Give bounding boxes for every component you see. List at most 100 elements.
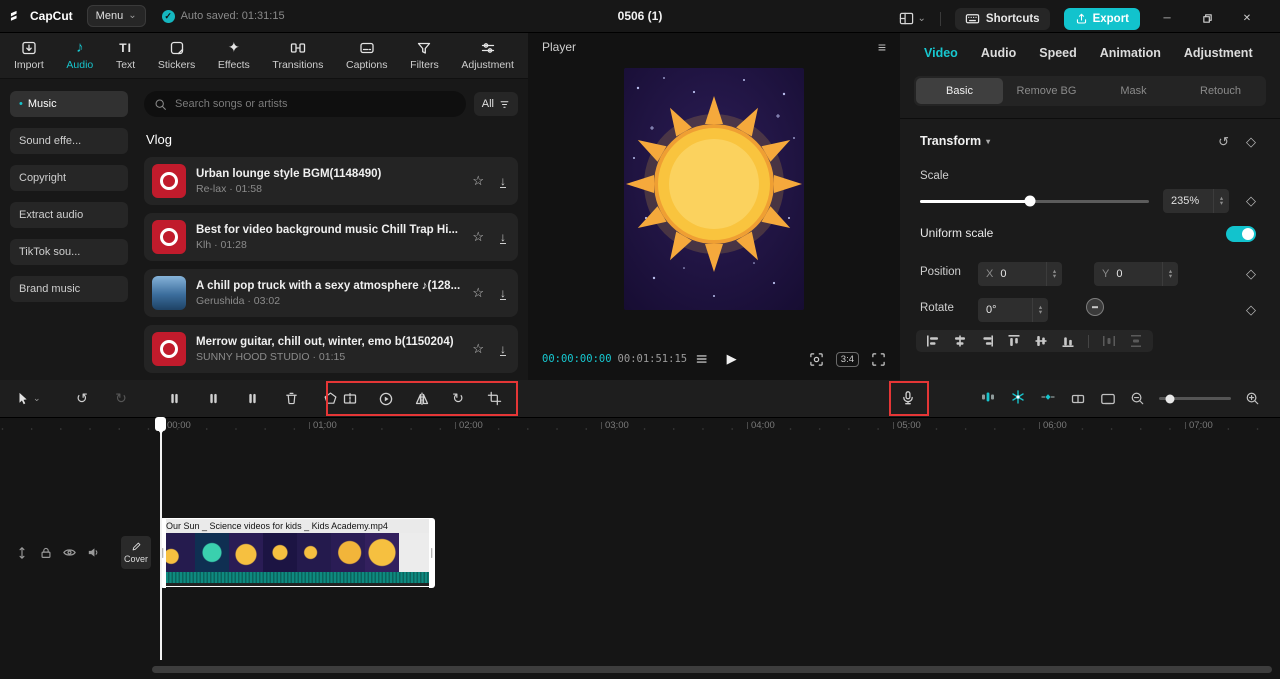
preview-quality-button[interactable] — [1100, 391, 1116, 407]
speaker-icon[interactable] — [86, 545, 101, 560]
favorite-star-icon[interactable]: ☆ — [472, 229, 484, 245]
timeline-zoom-slider[interactable] — [1159, 394, 1231, 403]
subtab-basic[interactable]: Basic — [916, 78, 1003, 104]
playlist-icon[interactable] — [695, 352, 709, 366]
split-left-button[interactable] — [163, 387, 185, 411]
align-bottom-icon[interactable] — [1061, 334, 1075, 348]
sidebar-item-extract-audio[interactable]: Extract audio — [10, 202, 128, 228]
search-box[interactable] — [144, 91, 466, 117]
rotate-dial[interactable] — [1086, 298, 1104, 316]
align-left-icon[interactable] — [926, 334, 940, 348]
undo-button[interactable]: ↺ — [71, 387, 93, 411]
download-icon[interactable]: ↓ — [500, 343, 506, 356]
track-height-icon[interactable] — [14, 545, 29, 560]
tab-animation[interactable]: Animation — [1100, 46, 1161, 60]
split-button[interactable] — [202, 387, 224, 411]
tab-effects[interactable]: ✦ Effects — [218, 39, 250, 71]
close-button[interactable]: ✕ — [1234, 7, 1260, 31]
stepper[interactable]: ▴ ▾ — [1032, 298, 1048, 322]
mixer-button[interactable] — [1070, 391, 1086, 407]
distribute-horizontal-icon[interactable] — [1102, 334, 1116, 348]
sidebar-item-copyright[interactable]: Copyright — [10, 165, 128, 191]
stepper[interactable]: ▴ ▾ — [1213, 189, 1229, 213]
mirror-button[interactable] — [332, 387, 368, 411]
download-icon[interactable]: ↓ — [500, 175, 506, 188]
cover-button[interactable]: Cover — [121, 536, 151, 569]
distribute-vertical-icon[interactable] — [1129, 334, 1143, 348]
tab-adjustment[interactable]: Adjustment — [461, 40, 514, 71]
layout-button[interactable]: ⌄ — [899, 11, 926, 26]
song-row[interactable]: Merrow guitar, chill out, winter, emo b(… — [144, 325, 518, 373]
rotate-button[interactable]: ↻ — [440, 387, 476, 411]
redo-button[interactable]: ↻ — [110, 387, 132, 411]
zoom-slider-thumb[interactable] — [1165, 394, 1175, 403]
song-row[interactable]: Urban lounge style BGM(1148490) Re-lax ·… — [144, 157, 518, 205]
stepper[interactable]: ▴ ▾ — [1162, 262, 1178, 286]
keyframe-diamond-icon[interactable]: ◇ — [1246, 266, 1256, 282]
keyframe-track-button[interactable] — [1040, 389, 1056, 408]
align-center-horizontal-icon[interactable] — [953, 334, 967, 348]
subtab-remove-bg[interactable]: Remove BG — [1003, 78, 1090, 104]
reset-icon[interactable]: ↺ — [1218, 134, 1229, 150]
transform-section-header[interactable]: Transform ▾ — [920, 134, 990, 148]
crop-button[interactable] — [476, 387, 512, 411]
shortcuts-button[interactable]: Shortcuts — [954, 7, 1050, 30]
slider-thumb[interactable] — [1024, 195, 1036, 207]
auto-beat-button[interactable] — [1010, 389, 1026, 408]
video-preview[interactable] — [624, 68, 804, 310]
song-row[interactable]: A chill pop truck with a sexy atmosphere… — [144, 269, 518, 317]
aspect-ratio-button[interactable]: 3:4 — [835, 351, 859, 367]
horizontal-scrollbar[interactable] — [152, 666, 1272, 673]
stepper-down-icon[interactable]: ▾ — [1220, 201, 1223, 207]
position-y-field[interactable]: Y 0 ▴ ▾ — [1094, 262, 1178, 286]
tab-speed[interactable]: Speed — [1039, 46, 1077, 60]
speed-button[interactable] — [368, 387, 404, 411]
record-voiceover-button[interactable] — [894, 386, 922, 410]
menu-button[interactable]: Menu ⌄ — [86, 5, 146, 27]
lock-icon[interactable] — [38, 545, 53, 560]
search-input[interactable] — [173, 97, 456, 111]
sidebar-item-tiktok-sounds[interactable]: TikTok sou... — [10, 239, 128, 265]
export-button[interactable]: Export — [1063, 7, 1140, 30]
rotate-field[interactable]: 0° ▴ ▾ — [978, 298, 1048, 322]
align-center-vertical-icon[interactable] — [1034, 334, 1048, 348]
tab-import[interactable]: Import — [14, 40, 44, 71]
tab-audio-props[interactable]: Audio — [981, 46, 1016, 60]
favorite-star-icon[interactable]: ☆ — [472, 173, 484, 189]
delete-button[interactable] — [280, 387, 302, 411]
play-button[interactable]: ▶ — [727, 351, 737, 367]
subtab-retouch[interactable]: Retouch — [1177, 78, 1264, 104]
tab-stickers[interactable]: Stickers — [158, 40, 195, 71]
zoom-out-icon[interactable] — [1130, 391, 1145, 406]
stepper-down-icon[interactable]: ▾ — [1039, 310, 1042, 316]
playhead[interactable] — [155, 417, 166, 660]
split-right-button[interactable] — [241, 387, 263, 411]
stepper-down-icon[interactable]: ▾ — [1169, 274, 1172, 280]
stepper-down-icon[interactable]: ▾ — [1053, 274, 1056, 280]
favorite-star-icon[interactable]: ☆ — [472, 285, 484, 301]
tab-audio[interactable]: ♪ Audio — [66, 39, 93, 71]
preview-axis-button[interactable] — [980, 389, 996, 408]
sidebar-item-brand-music[interactable]: Brand music — [10, 276, 128, 302]
tab-filters[interactable]: Filters — [410, 40, 439, 71]
tab-video[interactable]: Video — [924, 46, 958, 60]
tab-adjustment-props[interactable]: Adjustment — [1184, 46, 1253, 60]
scale-slider[interactable] — [920, 195, 1149, 207]
subtab-mask[interactable]: Mask — [1090, 78, 1177, 104]
select-tool-button[interactable]: ⌄ — [16, 391, 54, 406]
keyframe-diamond-icon[interactable]: ◇ — [1246, 134, 1256, 150]
sidebar-item-sound-effects[interactable]: Sound effe... — [10, 128, 128, 154]
eye-icon[interactable] — [62, 545, 77, 560]
favorite-star-icon[interactable]: ☆ — [472, 341, 484, 357]
video-clip[interactable]: Our Sun _ Science videos for kids _ Kids… — [159, 517, 435, 588]
download-icon[interactable]: ↓ — [500, 231, 506, 244]
song-row[interactable]: Best for video background music Chill Tr… — [144, 213, 518, 261]
tab-transitions[interactable]: Transitions — [272, 40, 323, 71]
minimize-button[interactable]: ─ — [1154, 7, 1180, 31]
keyframe-diamond-icon[interactable]: ◇ — [1246, 302, 1256, 318]
clip-trim-handle-right[interactable] — [428, 517, 435, 588]
timeline-ruler[interactable]: 00:00 01:00 02:00 03:00 04:00 05:00 06:0… — [0, 417, 1280, 434]
uniform-scale-toggle[interactable] — [1226, 226, 1256, 242]
stepper[interactable]: ▴ ▾ — [1046, 262, 1062, 286]
keyframe-diamond-icon[interactable]: ◇ — [1246, 193, 1256, 209]
